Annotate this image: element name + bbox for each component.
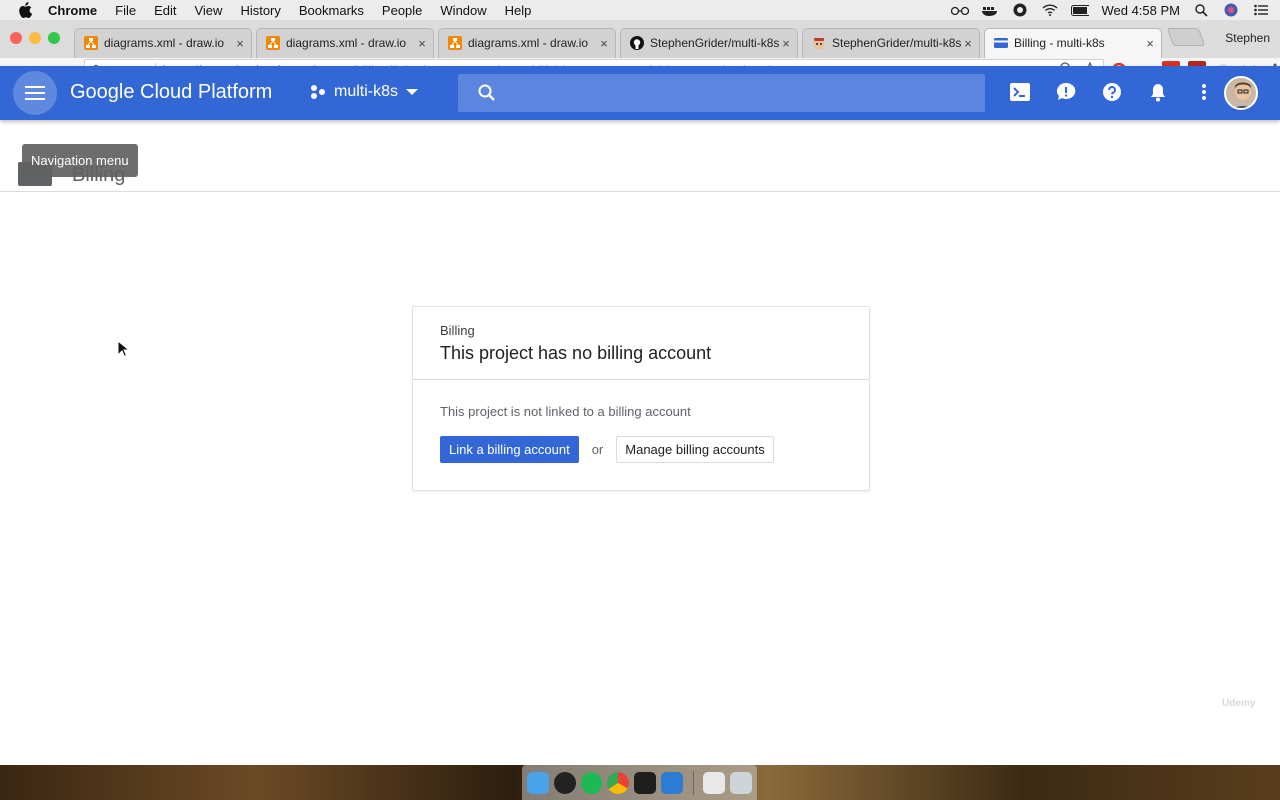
tab-close-icon[interactable]: ×	[780, 36, 792, 51]
tab-close-icon[interactable]: ×	[234, 36, 246, 51]
battery-icon[interactable]	[1071, 3, 1090, 17]
tab-travis[interactable]: StephenGrider/multi-k8s - ×	[798, 28, 984, 58]
tab-drawio-2[interactable]: diagrams.xml - draw.io ×	[252, 28, 438, 58]
docker-icon[interactable]	[981, 3, 999, 17]
link-billing-account-button[interactable]: Link a billing account	[440, 436, 579, 463]
menu-people[interactable]: People	[382, 3, 422, 18]
card-body: This project is not linked to a billing …	[413, 380, 869, 463]
vscode-icon[interactable]	[660, 771, 683, 794]
tab-title: diagrams.xml - draw.io	[286, 36, 407, 50]
tab-strip: diagrams.xml - draw.io × diagrams.xml - …	[0, 20, 1280, 58]
gcp-header: Google Cloud Platform multi-k8s	[0, 66, 1280, 120]
siri-icon[interactable]	[1222, 3, 1240, 17]
dock	[522, 765, 757, 800]
menubar-clock[interactable]: Wed 4:58 PM	[1101, 3, 1180, 18]
chrome-window: diagrams.xml - draw.io × diagrams.xml - …	[0, 20, 1280, 765]
tab-title: diagrams.xml - draw.io	[104, 36, 225, 50]
cloud-shell-icon[interactable]	[1008, 79, 1032, 105]
help-icon[interactable]	[1100, 79, 1124, 105]
tab-drawio-1[interactable]: diagrams.xml - draw.io ×	[70, 28, 256, 58]
search-input[interactable]	[508, 74, 968, 112]
navigation-menu-tooltip: Navigation menu	[22, 144, 138, 177]
profile-button[interactable]: Stephen	[1225, 31, 1270, 45]
finder-icon[interactable]	[527, 771, 549, 794]
navigation-menu-button[interactable]	[13, 71, 57, 115]
window-close-button[interactable]	[10, 32, 22, 44]
tab-title: StephenGrider/multi-k8s	[650, 36, 780, 50]
card-title: This project has no billing account	[440, 343, 712, 363]
wifi-icon[interactable]	[1041, 3, 1059, 17]
avatar[interactable]	[1224, 76, 1258, 110]
mouse-cursor-icon	[117, 340, 129, 358]
window-minimize-button[interactable]	[29, 32, 41, 44]
documents-stack-icon[interactable]	[703, 771, 726, 794]
window-controls	[10, 32, 60, 44]
obs-icon[interactable]	[1011, 3, 1029, 17]
drawio-icon	[84, 36, 98, 50]
drawio-icon	[448, 36, 462, 50]
billing-card: Billing This project has no billing acco…	[412, 306, 870, 491]
search-icon	[478, 84, 495, 101]
search-bar[interactable]	[458, 74, 985, 112]
page-subheader: Billing Navigation menu	[0, 120, 1280, 192]
udemy-watermark: Udemy	[1222, 698, 1256, 709]
tab-title: Billing - multi-k8s	[1014, 36, 1105, 50]
menu-view[interactable]: View	[194, 3, 222, 18]
or-separator: or	[591, 442, 604, 457]
chrome-dock-icon[interactable]	[607, 771, 629, 794]
tab-github[interactable]: StephenGrider/multi-k8s ×	[616, 28, 802, 58]
tab-close-icon[interactable]: ×	[416, 36, 428, 51]
menubar-status-area: Wed 4:58 PM	[951, 0, 1270, 20]
obs-dock-icon[interactable]	[553, 771, 576, 794]
glasses-icon[interactable]	[951, 3, 970, 17]
menu-app-chrome[interactable]: Chrome	[48, 3, 97, 18]
tabs: diagrams.xml - draw.io × diagrams.xml - …	[70, 28, 1206, 58]
card-description: This project is not linked to a billing …	[440, 404, 691, 419]
menu-file[interactable]: File	[115, 3, 136, 18]
terminal-icon[interactable]	[634, 771, 656, 794]
hamburger-icon	[25, 86, 45, 100]
tab-drawio-3[interactable]: diagrams.xml - draw.io ×	[434, 28, 620, 58]
window-zoom-button[interactable]	[48, 32, 60, 44]
page-content: Billing Navigation menu Billing This pro…	[0, 120, 1280, 745]
trash-icon[interactable]	[730, 771, 752, 794]
menu-window[interactable]: Window	[440, 3, 486, 18]
spotify-icon[interactable]	[580, 771, 603, 794]
github-icon	[630, 36, 644, 50]
more-options-icon[interactable]	[1192, 79, 1216, 105]
tab-close-icon[interactable]: ×	[598, 36, 610, 51]
tab-close-icon[interactable]: ×	[962, 36, 974, 51]
card-actions: Link a billing account or Manage billing…	[440, 436, 869, 463]
notifications-bell-icon[interactable]	[1146, 79, 1170, 105]
tab-title: diagrams.xml - draw.io	[468, 36, 589, 50]
dock-separator	[692, 770, 694, 795]
menu-bookmarks[interactable]: Bookmarks	[299, 3, 364, 18]
header-actions	[1008, 79, 1216, 105]
card-eyebrow: Billing	[440, 323, 475, 338]
project-selector[interactable]: multi-k8s	[310, 83, 419, 101]
tab-billing[interactable]: Billing - multi-k8s ×	[980, 28, 1166, 58]
gcp-brand[interactable]: Google Cloud Platform	[70, 81, 272, 104]
notification-center-icon[interactable]	[1252, 3, 1270, 17]
project-name: multi-k8s	[334, 83, 399, 100]
drawio-icon	[266, 36, 280, 50]
tab-title: StephenGrider/multi-k8s -	[832, 36, 962, 50]
manage-billing-accounts-button[interactable]: Manage billing accounts	[616, 436, 774, 463]
travis-icon	[812, 36, 826, 50]
apple-icon[interactable]	[18, 2, 32, 18]
chevron-down-icon	[406, 89, 419, 95]
project-hierarchy-icon	[311, 85, 325, 99]
card-header: Billing This project has no billing acco…	[413, 307, 869, 380]
feedback-icon[interactable]	[1054, 79, 1078, 105]
new-tab-button[interactable]	[1166, 28, 1206, 46]
mac-menu-bar: Chrome File Edit View History Bookmarks …	[0, 0, 1280, 20]
menu-edit[interactable]: Edit	[154, 3, 176, 18]
tab-close-icon[interactable]: ×	[1144, 36, 1156, 51]
billing-icon	[994, 36, 1008, 50]
menu-help[interactable]: Help	[505, 3, 532, 18]
menu-history[interactable]: History	[240, 3, 280, 18]
spotlight-search-icon[interactable]	[1192, 3, 1210, 17]
